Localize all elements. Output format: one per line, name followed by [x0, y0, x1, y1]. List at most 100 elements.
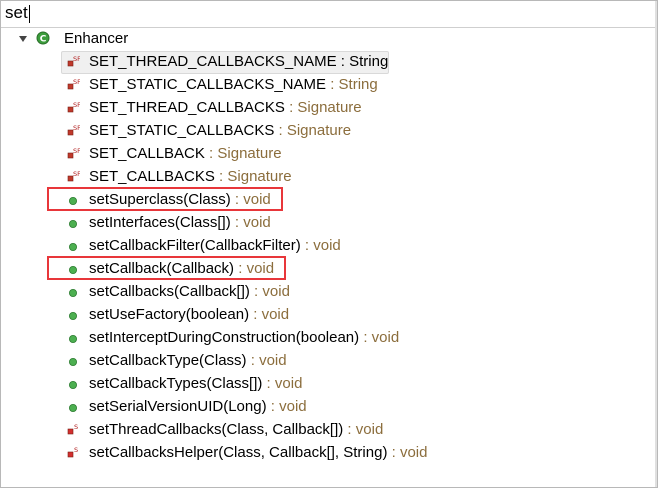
member-row[interactable]: SF SET_STATIC_CALLBACKS_NAME : String	[61, 74, 641, 96]
annotation-outline	[47, 187, 283, 211]
tree-root-enhancer[interactable]: C Enhancer	[1, 29, 657, 51]
member-label: SET_STATIC_CALLBACKS_NAME : String	[89, 75, 378, 95]
member-label: setCallbackType(Class) : void	[89, 351, 287, 371]
member-name: setCallbacksHelper(Class, Callback[], St…	[89, 444, 388, 461]
member-label: SET_CALLBACK : Signature	[89, 144, 282, 164]
member-row[interactable]: setCallbackTypes(Class[]) : void	[61, 373, 641, 395]
svg-text:SF: SF	[73, 170, 80, 178]
member-row[interactable]: SsetThreadCallbacks(Class, Callback[]) :…	[61, 419, 641, 441]
member-type: : void	[249, 283, 290, 300]
svg-text:C: C	[40, 35, 47, 45]
member-label: setInterceptDuringConstruction(boolean) …	[89, 328, 399, 348]
member-type: : Signature	[284, 99, 362, 116]
member-type: : void	[230, 214, 271, 231]
public-method-icon	[69, 220, 77, 228]
member-type: : Signature	[204, 145, 282, 162]
member-name: setCallbackType(Class)	[89, 352, 247, 369]
member-type: : String	[336, 53, 389, 70]
static-final-field-icon: SF	[67, 147, 80, 159]
member-label: SET_STATIC_CALLBACKS : Signature	[89, 121, 351, 141]
expand-triangle-icon[interactable]	[19, 36, 27, 42]
member-name: setThreadCallbacks(Class, Callback[])	[89, 421, 344, 438]
member-label: SET_THREAD_CALLBACKS_NAME : String	[89, 52, 388, 72]
member-row[interactable]: SF SET_CALLBACK : Signature	[61, 143, 641, 165]
public-method-icon	[69, 335, 77, 343]
member-label: setCallbackFilter(CallbackFilter) : void	[89, 236, 341, 256]
filter-input[interactable]	[5, 3, 645, 23]
member-type: : void	[266, 398, 307, 415]
scrollbar-edge	[655, 1, 657, 487]
svg-text:SF: SF	[73, 147, 80, 155]
member-type: : void	[387, 444, 428, 461]
member-label: setSerialVersionUID(Long) : void	[89, 397, 307, 417]
member-name: setUseFactory(boolean)	[89, 306, 250, 323]
member-type: : String	[326, 76, 378, 93]
static-final-field-icon: SF	[67, 55, 80, 67]
member-row[interactable]: setInterfaces(Class[]) : void	[61, 212, 641, 234]
public-method-icon	[69, 381, 77, 389]
class-public-icon: C	[36, 31, 50, 45]
member-type: : void	[249, 306, 290, 323]
member-name: setSerialVersionUID(Long)	[89, 398, 267, 415]
filter-bar	[1, 1, 657, 28]
member-type: : Signature	[274, 122, 352, 139]
public-method-icon	[69, 404, 77, 412]
member-type: : void	[359, 329, 400, 346]
member-type: : void	[262, 375, 303, 392]
svg-text:SF: SF	[73, 55, 80, 63]
static-final-field-icon: SF	[67, 101, 80, 113]
member-label: setUseFactory(boolean) : void	[89, 305, 289, 325]
static-final-field-icon: SF	[67, 170, 80, 182]
public-method-icon	[69, 358, 77, 366]
member-row[interactable]: SF SET_CALLBACKS : Signature	[61, 166, 641, 188]
member-label: setCallbacks(Callback[]) : void	[89, 282, 290, 302]
member-row[interactable]: setSerialVersionUID(Long) : void	[61, 396, 641, 418]
member-label: SET_CALLBACKS : Signature	[89, 167, 292, 187]
member-type: : void	[246, 352, 287, 369]
member-row[interactable]: SsetCallbacksHelper(Class, Callback[], S…	[61, 442, 641, 464]
member-name: SET_STATIC_CALLBACKS_NAME	[89, 76, 327, 93]
member-name: SET_STATIC_CALLBACKS	[89, 122, 275, 139]
public-method-icon	[69, 312, 77, 320]
member-row[interactable]: SF SET_THREAD_CALLBACKS_NAME : String	[61, 51, 641, 74]
member-name: setCallbackTypes(Class[])	[89, 375, 263, 392]
member-name: SET_CALLBACKS	[89, 168, 215, 185]
annotation-outline	[47, 256, 286, 280]
static-final-field-icon: SF	[67, 78, 80, 90]
member-row[interactable]: SF SET_THREAD_CALLBACKS : Signature	[61, 97, 641, 119]
member-name: setInterceptDuringConstruction(boolean)	[89, 329, 360, 346]
member-row[interactable]: setCallbacks(Callback[]) : void	[61, 281, 641, 303]
member-type: : void	[343, 421, 384, 438]
svg-text:SF: SF	[73, 78, 80, 86]
member-row[interactable]: setInterceptDuringConstruction(boolean) …	[61, 327, 641, 349]
text-caret	[28, 5, 30, 23]
root-label: Enhancer	[64, 30, 129, 47]
svg-text:SF: SF	[73, 101, 80, 109]
public-method-icon	[69, 243, 77, 251]
member-row[interactable]: setCallbackFilter(CallbackFilter) : void	[61, 235, 641, 257]
member-name: setCallbacks(Callback[])	[89, 283, 250, 300]
member-name: SET_THREAD_CALLBACKS	[89, 99, 285, 116]
member-label: setThreadCallbacks(Class, Callback[]) : …	[89, 420, 383, 440]
member-type: : void	[300, 237, 341, 254]
member-row[interactable]: setCallbackType(Class) : void	[61, 350, 641, 372]
member-name: setInterfaces(Class[])	[89, 214, 231, 231]
quick-outline-popup: C Enhancer SF SET_THREAD_CALLBACKS_NAME :…	[0, 0, 658, 488]
member-label: setCallbacksHelper(Class, Callback[], St…	[89, 443, 427, 463]
member-name: setCallbackFilter(CallbackFilter)	[89, 237, 301, 254]
member-type: : Signature	[214, 168, 292, 185]
member-name: SET_THREAD_CALLBACKS_NAME	[89, 53, 337, 70]
public-method-icon	[69, 289, 77, 297]
member-name: SET_CALLBACK	[89, 145, 205, 162]
svg-text:S: S	[74, 446, 78, 454]
svg-text:SF: SF	[73, 124, 80, 132]
member-row[interactable]: SF SET_STATIC_CALLBACKS : Signature	[61, 120, 641, 142]
member-label: setCallbackTypes(Class[]) : void	[89, 374, 302, 394]
svg-text:S: S	[74, 423, 78, 431]
private-static-method-icon: S	[67, 446, 78, 458]
private-static-method-icon: S	[67, 423, 78, 435]
member-row[interactable]: setUseFactory(boolean) : void	[61, 304, 641, 326]
static-final-field-icon: SF	[67, 124, 80, 136]
member-label: SET_THREAD_CALLBACKS : Signature	[89, 98, 362, 118]
member-label: setInterfaces(Class[]) : void	[89, 213, 271, 233]
